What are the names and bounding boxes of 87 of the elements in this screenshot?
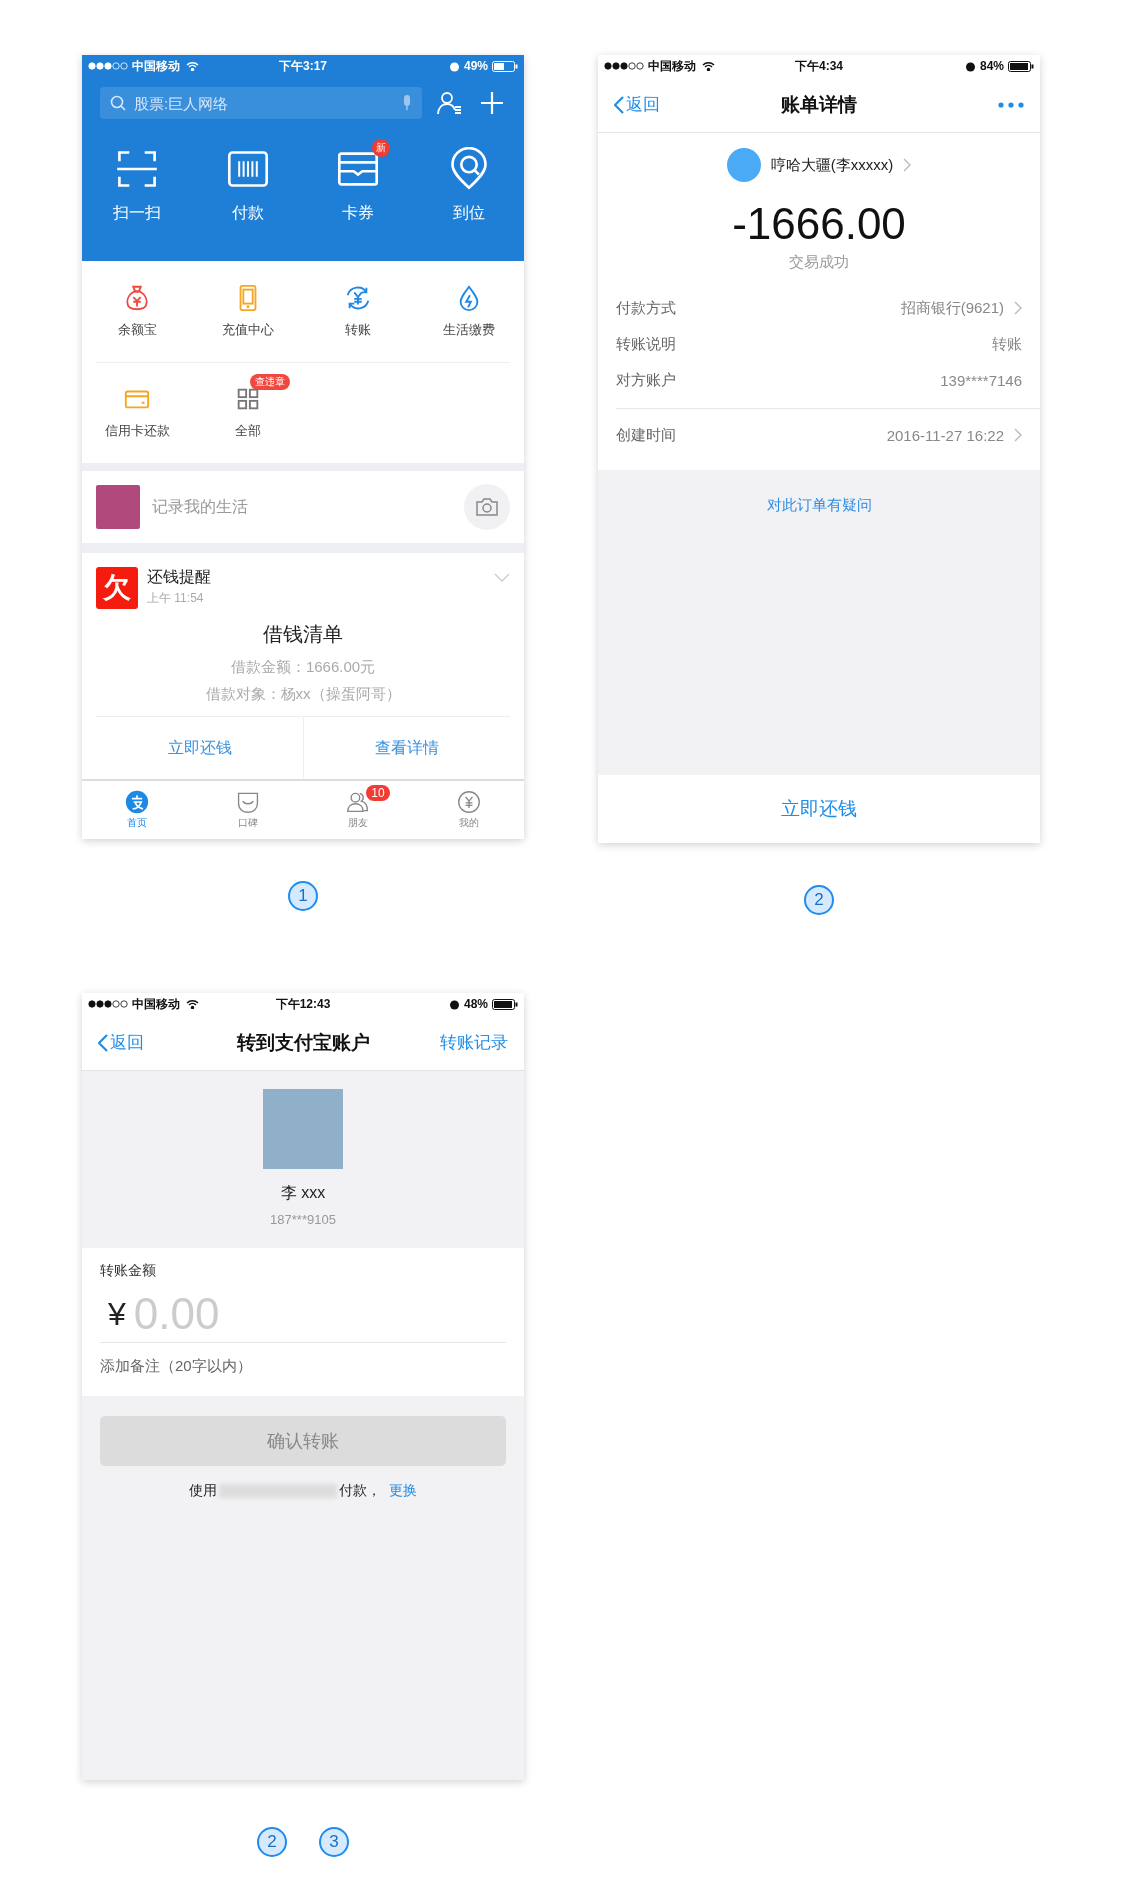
back-button[interactable]: 返回 bbox=[98, 1031, 144, 1054]
signal-strength-icon bbox=[88, 1000, 128, 1008]
smile-bag-icon bbox=[235, 790, 260, 814]
tab-bar-item[interactable]: 我的 bbox=[456, 790, 481, 830]
plus-icon bbox=[478, 89, 506, 117]
carrier-name: 中国移动 bbox=[132, 995, 180, 1013]
camera-icon bbox=[475, 497, 499, 517]
microphone-icon bbox=[402, 95, 412, 111]
new-badge: 新 bbox=[372, 139, 391, 157]
quick-action[interactable]: 到位 bbox=[446, 147, 491, 224]
change-link[interactable]: 更换 bbox=[381, 1482, 417, 1500]
search-icon bbox=[110, 95, 126, 111]
chevron-right-icon bbox=[903, 158, 912, 172]
search-input[interactable]: 股票:巨人网络 bbox=[132, 93, 396, 113]
reminder-detail: 借款金额：1666.00元 bbox=[230, 658, 376, 677]
recipient-name: 李 xxx bbox=[280, 1183, 326, 1203]
reminder-heading: 借钱清单 bbox=[262, 622, 344, 647]
detail-label: 对方账户 bbox=[616, 370, 676, 390]
camera-button[interactable] bbox=[464, 484, 510, 530]
amount-label: 转账金额 bbox=[100, 1262, 157, 1280]
signal-strength-icon bbox=[604, 62, 644, 70]
status-time: 下午12:43 bbox=[275, 996, 331, 1011]
yen-circle-icon bbox=[456, 790, 481, 814]
payee-link[interactable]: 哼哈大疆(李xxxxx) bbox=[720, 147, 918, 183]
detail-label: 转账说明 bbox=[616, 334, 676, 354]
wifi-icon bbox=[186, 61, 199, 71]
status-time: 下午4:34 bbox=[795, 58, 843, 73]
status-time: 下午3:17 bbox=[279, 58, 327, 73]
payment-suffix: 付款， bbox=[339, 1482, 381, 1500]
friends-icon bbox=[346, 790, 371, 814]
detail-value: 转账 bbox=[992, 334, 1022, 354]
step-number: 3 bbox=[319, 1827, 349, 1857]
promo-badge: 查违章 bbox=[249, 374, 290, 390]
carrier-name: 中国移动 bbox=[648, 57, 696, 75]
battery-percent: 84% bbox=[979, 59, 1004, 73]
quick-action[interactable]: 付款 bbox=[225, 147, 270, 224]
quick-action[interactable]: 扫一扫 bbox=[113, 147, 162, 224]
battery-percent: 48% bbox=[463, 997, 488, 1011]
detail-value: 招商银行(9621) bbox=[900, 298, 1004, 318]
tab-bar-item[interactable]: 口碑 bbox=[235, 790, 260, 830]
home-logo-icon bbox=[125, 790, 150, 814]
battery-icon bbox=[492, 60, 518, 72]
person-list-icon bbox=[436, 89, 464, 117]
battery-icon bbox=[1008, 60, 1034, 72]
battery-percent: 49% bbox=[463, 59, 488, 73]
more-icon[interactable] bbox=[998, 101, 1024, 108]
detail-label: 创建时间 bbox=[616, 425, 676, 445]
detail-value: 139****7146 bbox=[940, 371, 1022, 389]
carrier-name: 中国移动 bbox=[132, 57, 180, 75]
reminder-action-button[interactable]: 立即还钱 bbox=[96, 717, 303, 779]
app-shortcut[interactable]: 充值中心 bbox=[221, 284, 274, 339]
step-number: 2 bbox=[257, 1827, 287, 1857]
detail-label: 付款方式 bbox=[616, 298, 676, 318]
add-button[interactable] bbox=[478, 89, 506, 117]
page-title: 账单详情 bbox=[781, 93, 857, 115]
app-icon: 欠 bbox=[96, 567, 138, 609]
recipient-account: 187***9105 bbox=[270, 1212, 336, 1227]
app-shortcut[interactable]: 信用卡还款 bbox=[104, 385, 170, 440]
wifi-icon bbox=[186, 999, 199, 1009]
reminder-title: 还钱提醒 bbox=[147, 567, 211, 587]
signal-strength-icon bbox=[88, 62, 128, 70]
wifi-icon bbox=[702, 61, 715, 71]
back-button[interactable]: 返回 bbox=[614, 93, 660, 116]
currency-symbol: ¥ bbox=[107, 1295, 126, 1333]
chevron-left-icon bbox=[614, 95, 624, 114]
transaction-amount: -1666.00 bbox=[731, 199, 907, 249]
reminder-detail: 借款对象：杨xx（操蛋阿哥） bbox=[205, 685, 401, 704]
search-bar[interactable]: 股票:巨人网络 bbox=[100, 87, 422, 119]
step-number: 2 bbox=[804, 885, 834, 915]
chevron-left-icon bbox=[98, 1033, 108, 1052]
tab-bar-item[interactable]: 首页 bbox=[125, 790, 150, 830]
detail-value: 2016-11-27 16:22 bbox=[886, 426, 1004, 444]
reminder-time: 上午 11:54 bbox=[147, 590, 205, 607]
page-title: 转到支付宝账户 bbox=[236, 1031, 370, 1053]
repay-button[interactable]: 立即还钱 bbox=[775, 795, 863, 823]
app-shortcut[interactable]: 生活缴费 bbox=[442, 284, 495, 339]
app-shortcut[interactable]: 转账 bbox=[344, 284, 373, 339]
transaction-status: 交易成功 bbox=[788, 253, 850, 272]
photo-placeholder bbox=[96, 485, 140, 529]
battery-icon bbox=[492, 998, 518, 1010]
step-number: 1 bbox=[288, 881, 318, 911]
contacts-button[interactable] bbox=[436, 89, 464, 117]
transfer-history-link[interactable]: 转账记录 bbox=[440, 1031, 508, 1054]
payment-prefix: 使用 bbox=[189, 1482, 217, 1500]
question-link[interactable]: 对此订单有疑问 bbox=[766, 496, 872, 515]
notification-badge: 10 bbox=[366, 785, 390, 801]
app-shortcut[interactable]: 余额宝 bbox=[117, 284, 157, 339]
